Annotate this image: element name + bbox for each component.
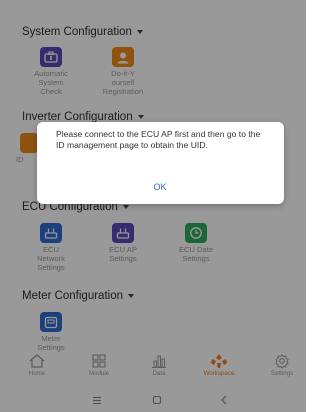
dialog-ok-button[interactable]: OK <box>145 182 175 192</box>
modal-backdrop[interactable] <box>0 0 306 412</box>
dialog-message: Please connect to the ECU AP first and t… <box>56 129 261 151</box>
ecu-ap-alert-dialog: Please connect to the ECU AP first and t… <box>37 122 284 204</box>
